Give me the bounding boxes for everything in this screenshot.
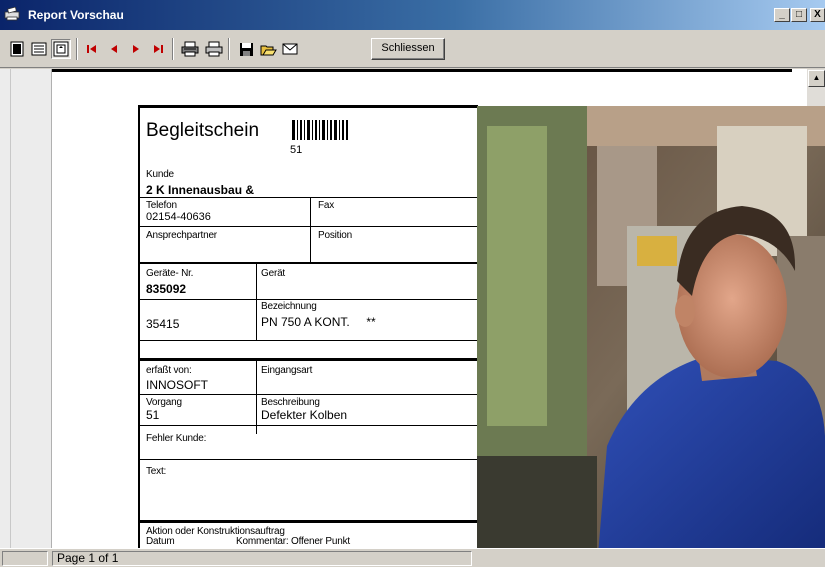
next-page-icon bbox=[133, 45, 139, 53]
eingangsart-label: Eingangsart bbox=[261, 365, 313, 376]
divider bbox=[140, 394, 480, 395]
first-page-button[interactable] bbox=[82, 39, 102, 59]
status-bar: Page 1 of 1 bbox=[0, 548, 825, 567]
single-page-button[interactable] bbox=[7, 39, 27, 59]
printer-icon bbox=[205, 41, 223, 57]
maximize-button[interactable]: □ bbox=[791, 8, 807, 22]
print-setup-button[interactable] bbox=[180, 39, 200, 59]
telefon-label: Telefon bbox=[146, 200, 177, 211]
ansprechpartner-label: Ansprechpartner bbox=[146, 230, 217, 241]
barcode-number: 51 bbox=[290, 144, 303, 156]
divider bbox=[140, 358, 480, 361]
geraete-nr-label: Geräte- Nr. bbox=[146, 268, 194, 279]
datum-label: Datum bbox=[146, 536, 175, 547]
window-title: Report Vorschau bbox=[28, 8, 124, 22]
telefon-value: 02154-40636 bbox=[146, 211, 211, 223]
previous-page-button[interactable] bbox=[104, 39, 124, 59]
report-page: Begleitschein 51 Kunde 2 K Innenausbau &… bbox=[138, 105, 480, 550]
geraet-code-value: 35415 bbox=[146, 317, 180, 331]
divider bbox=[140, 226, 480, 227]
open-button[interactable] bbox=[258, 39, 278, 59]
divider bbox=[140, 262, 480, 264]
divider bbox=[140, 425, 480, 426]
email-button[interactable] bbox=[280, 39, 300, 59]
divider bbox=[140, 520, 480, 523]
bezeichnung-value: PN 750 A KONT. ** bbox=[261, 315, 376, 329]
print-setup-icon bbox=[181, 41, 199, 57]
previous-page-icon bbox=[111, 45, 117, 53]
floppy-disk-icon bbox=[239, 42, 253, 56]
erfasst-value: INNOSOFT bbox=[146, 378, 208, 392]
toolbar: Schliessen bbox=[0, 30, 825, 68]
fehler-kunde-label: Fehler Kunde: bbox=[146, 433, 207, 444]
divider bbox=[256, 262, 257, 340]
beschreibung-label: Beschreibung bbox=[261, 397, 320, 408]
vorgang-label: Vorgang bbox=[146, 397, 182, 408]
status-pane-empty bbox=[2, 551, 48, 566]
last-page-button[interactable] bbox=[148, 39, 168, 59]
page-indicator: Page 1 of 1 bbox=[52, 551, 472, 566]
divider bbox=[140, 459, 480, 460]
beschreibung-value: Defekter Kolben bbox=[261, 408, 348, 422]
vorgang-value: 51 bbox=[146, 408, 160, 422]
page-width-icon bbox=[53, 41, 69, 57]
single-page-icon bbox=[10, 41, 24, 57]
toolbar-separator bbox=[76, 38, 78, 60]
envelope-icon bbox=[282, 43, 298, 55]
kunde-value: 2 K Innenausbau & bbox=[146, 183, 255, 197]
schliessen-label: Schliessen bbox=[381, 42, 435, 54]
preview-gutter bbox=[0, 69, 52, 548]
text-label: Text: bbox=[146, 466, 167, 477]
page-top-edge bbox=[52, 69, 792, 72]
geraete-nr-value: 835092 bbox=[146, 282, 187, 296]
fax-label: Fax bbox=[318, 200, 335, 211]
first-page-icon bbox=[87, 45, 96, 53]
person-photo bbox=[477, 106, 825, 567]
title-bar: Report Vorschau _ □ X bbox=[0, 0, 825, 30]
kunde-label: Kunde bbox=[146, 169, 174, 180]
next-page-button[interactable] bbox=[126, 39, 146, 59]
divider bbox=[256, 361, 257, 434]
divider bbox=[140, 340, 480, 341]
printer-app-icon bbox=[4, 7, 20, 21]
erfasst-label: erfaßt von: bbox=[146, 365, 192, 376]
kommentar-label: Kommentar: Offener Punkt bbox=[236, 536, 350, 547]
divider bbox=[140, 299, 480, 300]
toolbar-separator bbox=[172, 38, 174, 60]
barcode-icon bbox=[292, 120, 348, 140]
minimize-button[interactable]: _ bbox=[774, 8, 790, 22]
page-width-button[interactable] bbox=[51, 39, 71, 59]
toolbar-separator bbox=[228, 38, 230, 60]
print-button[interactable] bbox=[204, 39, 224, 59]
geraet-label: Gerät bbox=[261, 268, 286, 279]
schliessen-button[interactable]: Schliessen bbox=[371, 38, 445, 60]
divider bbox=[310, 197, 311, 262]
position-label: Position bbox=[318, 230, 352, 241]
save-button[interactable] bbox=[236, 39, 256, 59]
close-window-button[interactable]: X bbox=[810, 8, 825, 22]
report-title: Begleitschein bbox=[146, 120, 260, 141]
bezeichnung-label: Bezeichnung bbox=[261, 301, 317, 312]
last-page-icon bbox=[154, 45, 163, 53]
open-folder-icon bbox=[260, 45, 277, 55]
two-pages-icon bbox=[31, 42, 47, 56]
two-pages-button[interactable] bbox=[29, 39, 49, 59]
scroll-up-arrow-icon[interactable]: ▲ bbox=[808, 70, 825, 87]
